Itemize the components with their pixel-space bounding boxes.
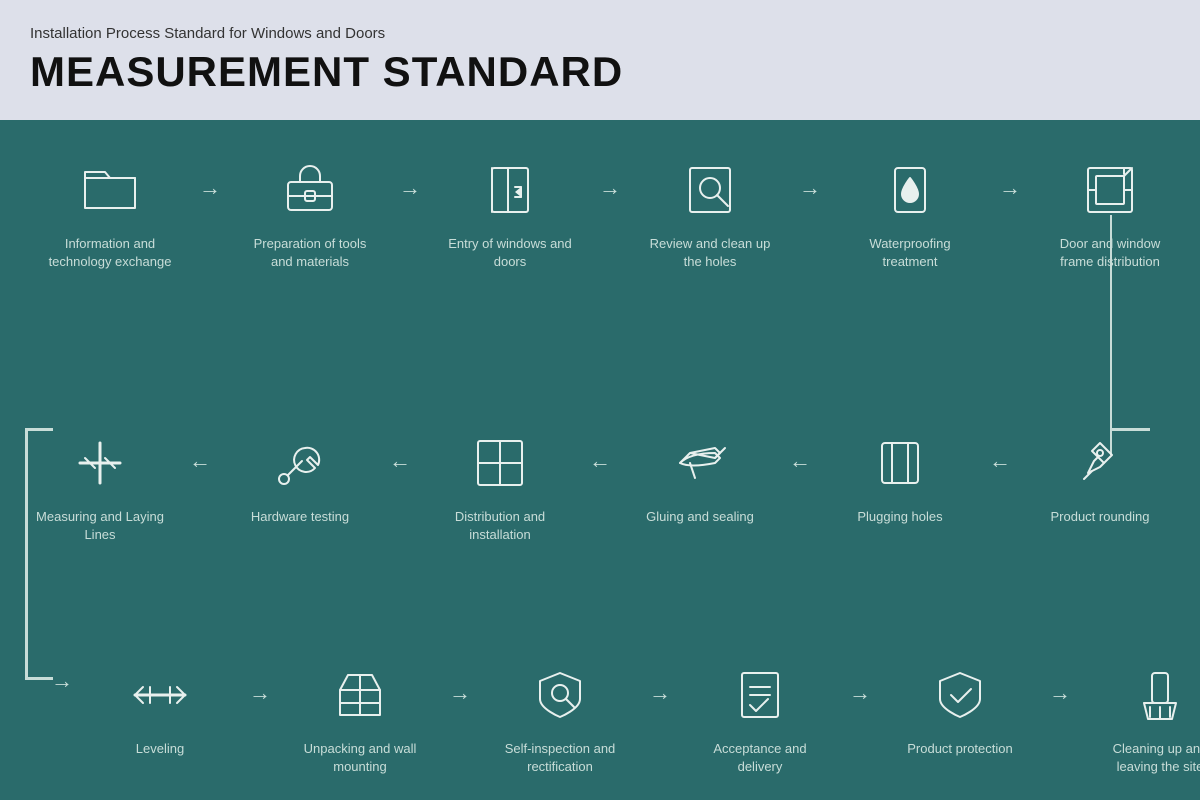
door-entry-icon <box>475 155 545 225</box>
step-leveling-label: Leveling <box>95 740 225 758</box>
arrow-3: → <box>590 155 630 201</box>
step-review-holes-label: Review and clean up the holes <box>645 235 775 271</box>
broom-icon <box>1125 660 1195 730</box>
ruler-cross-icon <box>65 428 135 498</box>
toolbox-icon <box>275 155 345 225</box>
step-self-inspect: Self-inspection and rectification <box>480 660 640 776</box>
row3: Leveling → Unpacking and wall mounting → <box>80 660 1180 776</box>
bracket-vertical <box>25 428 28 680</box>
header: Installation Process Standard for Window… <box>0 0 1200 120</box>
magnify-icon <box>675 155 745 225</box>
page-wrapper: Installation Process Standard for Window… <box>0 0 1200 800</box>
search-shield-icon <box>525 660 595 730</box>
arrow-1: → <box>190 155 230 201</box>
step-protection-label: Product protection <box>895 740 1025 758</box>
bracket-bottom <box>25 677 53 680</box>
level-icon <box>125 660 195 730</box>
box-open-icon <box>325 660 395 730</box>
header-title: MEASUREMENT STANDARD <box>30 48 1170 96</box>
step-info-exchange: Information and technology exchange <box>30 155 190 271</box>
step-entry-windows-label: Entry of windows and doors <box>445 235 575 271</box>
step-gluing: Gluing and sealing <box>620 428 780 526</box>
arrow-r3-5: → <box>1040 660 1080 706</box>
arrow-r3-2: → <box>440 660 480 706</box>
connector-right-vertical <box>1110 215 1113 455</box>
arrow-r3-3: → <box>640 660 680 706</box>
grid-window-icon <box>465 428 535 498</box>
arrow-r3-1: → <box>240 660 280 706</box>
step-hardware-label: Hardware testing <box>235 508 365 526</box>
bracket-top <box>25 428 53 431</box>
pushpin-icon <box>1065 428 1135 498</box>
step-measuring: Measuring and Laying Lines <box>20 428 180 544</box>
step-info-exchange-label: Information and technology exchange <box>45 235 175 271</box>
step-dist-install: Distribution and installation <box>420 428 580 544</box>
step-protection: Product protection <box>880 660 1040 758</box>
step-acceptance: Acceptance and delivery <box>680 660 840 776</box>
step-prep-tools-label: Preparation of tools and materials <box>245 235 375 271</box>
arrow-5: → <box>990 155 1030 201</box>
step-waterproofing-label: Waterproofing treatment <box>845 235 975 271</box>
plug-hole-icon <box>865 428 935 498</box>
step-acceptance-label: Acceptance and delivery <box>695 740 825 776</box>
arrow-r3-4: → <box>840 660 880 706</box>
step-hardware: Hardware testing <box>220 428 380 526</box>
header-subtitle: Installation Process Standard for Window… <box>30 25 1170 42</box>
step-plugging: Plugging holes <box>820 428 980 526</box>
step-waterproofing: Waterproofing treatment <box>830 155 990 271</box>
arrow-2: → <box>390 155 430 201</box>
step-cleanup-label: Cleaning up and leaving the site <box>1095 740 1200 776</box>
folder-icon <box>75 155 145 225</box>
row2: Product rounding ← Plugging holes ← <box>50 428 1180 544</box>
step-dist-install-label: Distribution and installation <box>435 508 565 544</box>
step-review-holes: Review and clean up the holes <box>630 155 790 271</box>
step-leveling: Leveling <box>80 660 240 758</box>
step-unpacking: Unpacking and wall mounting <box>280 660 440 776</box>
arrow-r2-5: ← <box>180 428 220 474</box>
arrow-r2-3: ← <box>580 428 620 474</box>
main-content: Information and technology exchange → Pr… <box>0 120 1200 800</box>
row3-start-arrow: → <box>51 668 73 694</box>
step-rounding-label: Product rounding <box>1035 508 1165 526</box>
connector-r1-r2-h <box>1110 428 1150 431</box>
arrow-r2-1: ← <box>980 428 1020 474</box>
step-plugging-label: Plugging holes <box>835 508 965 526</box>
caulk-gun-icon <box>665 428 735 498</box>
step-gluing-label: Gluing and sealing <box>635 508 765 526</box>
step-prep-tools: Preparation of tools and materials <box>230 155 390 271</box>
doc-check-icon <box>725 660 795 730</box>
row1: Information and technology exchange → Pr… <box>30 155 1180 271</box>
step-cleanup: Cleaning up and leaving the site <box>1080 660 1200 776</box>
wrench-icon <box>265 428 335 498</box>
arrow-4: → <box>790 155 830 201</box>
step-self-inspect-label: Self-inspection and rectification <box>495 740 625 776</box>
step-unpacking-label: Unpacking and wall mounting <box>295 740 425 776</box>
water-icon <box>875 155 945 225</box>
arrow-r2-4: ← <box>380 428 420 474</box>
shield-check-icon <box>925 660 995 730</box>
arrow-r2-2: ← <box>780 428 820 474</box>
step-rounding: Product rounding <box>1020 428 1180 526</box>
step-entry-windows: Entry of windows and doors <box>430 155 590 271</box>
step-measuring-label: Measuring and Laying Lines <box>35 508 165 544</box>
